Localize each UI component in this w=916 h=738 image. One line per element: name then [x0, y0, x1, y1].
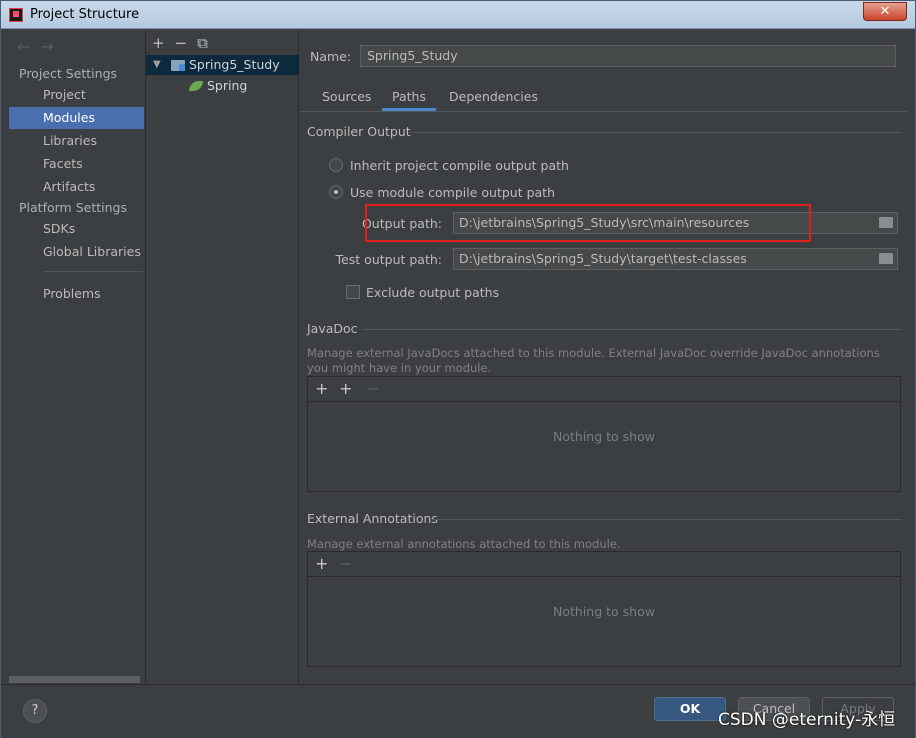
module-output-label[interactable]: Use module compile output path	[350, 185, 555, 200]
external-annotations-toolbar: + −	[308, 552, 900, 577]
tab-paths[interactable]: Paths	[382, 87, 436, 111]
browse-folder-icon[interactable]	[879, 217, 893, 228]
forward-arrow-icon[interactable]: →	[40, 37, 53, 56]
nav-item-libraries[interactable]: Libraries	[9, 130, 144, 152]
module-tree-pane: + − ⧉ ▼ Spring5_Study Spring	[145, 31, 299, 683]
module-folder-icon	[171, 60, 185, 71]
copy-module-icon[interactable]: ⧉	[197, 34, 208, 52]
tab-sources[interactable]: Sources	[322, 87, 371, 111]
javadoc-list-toolbar: + + −	[308, 377, 900, 402]
external-annotations-divider	[432, 519, 902, 520]
intellij-app-icon	[9, 8, 23, 22]
nav-section-platform-settings: Platform Settings	[19, 200, 127, 215]
exclude-output-label[interactable]: Exclude output paths	[366, 285, 499, 300]
nav-item-project[interactable]: Project	[9, 84, 144, 106]
tab-dependencies[interactable]: Dependencies	[449, 87, 538, 111]
test-output-path-label: Test output path:	[335, 252, 442, 267]
nav-item-global-libraries[interactable]: Global Libraries	[9, 241, 144, 263]
module-name: Spring5_Study	[189, 57, 280, 72]
title-bar: Project Structure ✕	[1, 1, 915, 29]
add-module-icon[interactable]: +	[152, 34, 165, 52]
javadoc-divider	[362, 329, 902, 330]
name-label: Name:	[310, 49, 352, 64]
nav-item-facets[interactable]: Facets	[9, 153, 144, 175]
nav-item-sdks[interactable]: SDKs	[9, 218, 144, 240]
output-path-highlight-box	[365, 204, 811, 242]
nav-section-project-settings: Project Settings	[19, 66, 118, 81]
spring-leaf-icon	[189, 81, 203, 91]
remove-module-icon[interactable]: −	[175, 34, 188, 52]
inherit-output-radio[interactable]	[329, 158, 343, 172]
nav-item-artifacts[interactable]: Artifacts	[9, 176, 144, 198]
compiler-output-divider	[410, 132, 902, 133]
external-annotations-empty-text: Nothing to show	[553, 604, 655, 619]
nav-horizontal-scrollbar[interactable]	[9, 676, 140, 683]
nav-item-problems[interactable]: Problems	[9, 283, 144, 305]
add-javadoc-url-icon[interactable]: +	[339, 379, 352, 398]
tab-divider	[300, 111, 907, 112]
facet-name: Spring	[207, 78, 248, 93]
nav-item-modules[interactable]: Modules	[9, 107, 144, 129]
browse-folder-icon[interactable]	[879, 253, 893, 264]
javadoc-empty-text: Nothing to show	[553, 429, 655, 444]
add-annotation-icon[interactable]: +	[315, 554, 328, 573]
add-javadoc-icon[interactable]: +	[315, 379, 328, 398]
csdn-watermark: CSDN @eternity-永恒	[718, 710, 896, 730]
test-output-path-value: D:\jetbrains\Spring5_Study\target\test-c…	[459, 251, 747, 266]
remove-annotation-icon[interactable]: −	[339, 554, 352, 573]
exclude-output-checkbox[interactable]	[346, 285, 360, 299]
nav-divider	[43, 271, 143, 272]
remove-javadoc-icon[interactable]: −	[366, 379, 379, 398]
module-output-radio[interactable]	[329, 185, 343, 199]
tree-row-module[interactable]: ▼ Spring5_Study	[146, 55, 299, 75]
javadoc-title: JavaDoc	[307, 321, 358, 336]
javadoc-description: Manage external JavaDocs attached to thi…	[307, 346, 880, 375]
compiler-output-title: Compiler Output	[307, 124, 411, 139]
javadoc-list: + + − Nothing to show	[307, 376, 901, 492]
chevron-down-icon[interactable]: ▼	[153, 55, 161, 75]
tree-row-spring-facet[interactable]: Spring	[146, 76, 299, 96]
help-icon[interactable]: ?	[23, 699, 47, 723]
tree-toolbar: + − ⧉	[152, 34, 218, 52]
test-output-path-field[interactable]: D:\jetbrains\Spring5_Study\target\test-c…	[453, 248, 898, 270]
external-annotations-title: External Annotations	[307, 511, 438, 526]
module-name-field[interactable]: Spring5_Study	[360, 45, 896, 67]
nav-arrows: ← →	[17, 37, 64, 56]
external-annotations-list: + − Nothing to show	[307, 551, 901, 667]
close-button[interactable]: ✕	[863, 2, 907, 21]
external-annotations-description: Manage external annotations attached to …	[307, 537, 621, 551]
project-structure-window: Project Structure ✕ ← → Project Settings …	[0, 0, 916, 738]
inherit-output-label[interactable]: Inherit project compile output path	[350, 158, 569, 173]
module-settings-panel: Name: Spring5_Study Sources Paths Depend…	[300, 31, 907, 683]
back-arrow-icon[interactable]: ←	[17, 37, 30, 56]
window-title: Project Structure	[30, 7, 140, 22]
ok-button[interactable]: OK	[654, 697, 726, 721]
settings-nav: ← → Project Settings Project Modules Libr…	[9, 31, 144, 683]
